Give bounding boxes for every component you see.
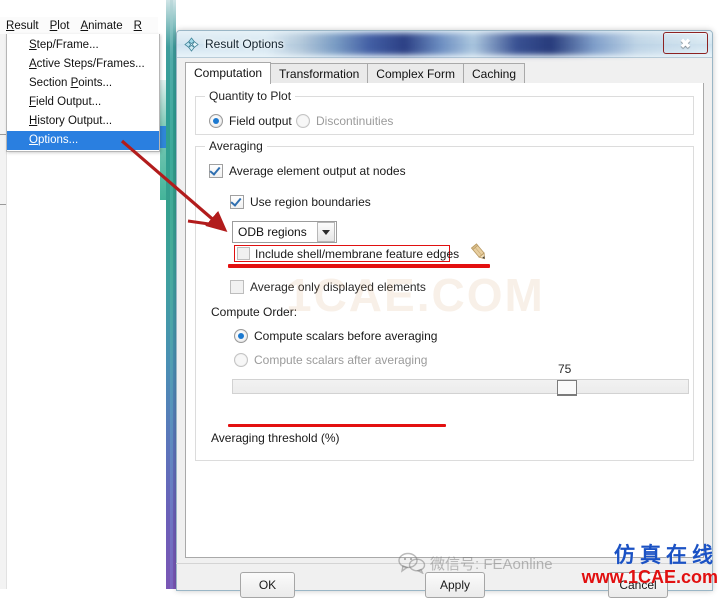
- averaging-threshold-label: Averaging threshold (%): [211, 431, 340, 445]
- menu-item-active-steps-frames[interactable]: Active Steps/Frames...: [7, 55, 159, 74]
- menu-item-section-points[interactable]: Section Points...: [7, 74, 159, 93]
- checkbox-label-average-element-output: Average element output at nodes: [229, 164, 406, 178]
- checkbox-average-element-output[interactable]: Average element output at nodes: [209, 164, 406, 178]
- menu-report[interactable]: R: [134, 20, 142, 32]
- quantity-to-plot-legend: Quantity to Plot: [205, 89, 296, 103]
- checkbox-include-shell-membrane-feature-edges[interactable]: Include shell/membrane feature edges: [234, 245, 459, 262]
- abaqus-diamond-icon: [184, 36, 199, 52]
- slider-value-label: 75: [558, 362, 572, 376]
- tab-complex-form[interactable]: Complex Form: [367, 63, 464, 84]
- titlebar-aero-blur: [267, 33, 697, 55]
- checkbox-box-average-only-displayed: [230, 280, 244, 294]
- averaging-legend: Averaging: [205, 139, 267, 153]
- dialog-tabstrip: Computation Transformation Complex Form …: [185, 62, 704, 85]
- result-options-dialog: Result Options ✖ Computation Transformat…: [176, 30, 713, 591]
- caret-glyph: [322, 229, 330, 235]
- menu-item-field-output[interactable]: Field Output...: [7, 93, 159, 112]
- menu-plot[interactable]: Plot: [50, 20, 70, 32]
- background-titlebar-blur: [0, 0, 158, 17]
- annotation-underline-shell-edges: [228, 264, 490, 268]
- dialog-button-separator: [176, 563, 711, 564]
- menu-bar: Result Plot Animate R: [0, 17, 158, 35]
- background-application-window: Result Plot Animate R SStep/Frame...tep/…: [0, 0, 176, 589]
- checkbox-box-include-shell-edges: [237, 247, 250, 260]
- radio-dot-compute-after: [234, 353, 248, 367]
- compute-order-label: Compute Order:: [211, 305, 298, 319]
- checkbox-label-include-shell-edges: Include shell/membrane feature edges: [255, 246, 460, 261]
- radio-label-field-output: Field output: [229, 114, 292, 128]
- tab-caching[interactable]: Caching: [462, 63, 526, 84]
- radio-label-compute-before: Compute scalars before averaging: [254, 329, 438, 343]
- tab-transformation[interactable]: Transformation: [270, 63, 369, 84]
- apply-button[interactable]: Apply: [425, 572, 485, 598]
- cancel-button[interactable]: Cancel: [608, 572, 668, 598]
- result-dropdown-menu[interactable]: SStep/Frame...tep/Frame... Active Steps/…: [6, 34, 160, 152]
- radio-discontinuities[interactable]: Discontinuities: [296, 114, 393, 128]
- radio-field-output[interactable]: Field output: [209, 114, 292, 128]
- checkbox-box-use-region-boundaries: [230, 195, 244, 209]
- close-glyph: ✖: [680, 35, 691, 51]
- annotation-underline-threshold: [228, 424, 446, 427]
- menu-item-options[interactable]: Options...: [7, 131, 159, 150]
- computation-tab-page: Quantity to Plot Field output Discontinu…: [185, 83, 704, 558]
- menu-item-step-frame[interactable]: SStep/Frame...tep/Frame...: [7, 36, 159, 55]
- radio-dot-discontinuities: [296, 114, 310, 128]
- background-window-seam-inner: [170, 0, 173, 589]
- checkbox-box-average-element-output: [209, 164, 223, 178]
- radio-label-compute-after: Compute scalars after averaging: [254, 353, 428, 367]
- ok-button[interactable]: OK: [240, 572, 295, 598]
- tab-computation[interactable]: Computation: [185, 62, 272, 84]
- menu-item-history-output[interactable]: History Output...: [7, 112, 159, 131]
- close-icon[interactable]: ✖: [663, 32, 708, 54]
- region-type-combobox[interactable]: ODB regions: [232, 221, 337, 243]
- checkbox-use-region-boundaries[interactable]: Use region boundaries: [230, 195, 371, 209]
- dialog-titlebar[interactable]: Result Options ✖: [177, 31, 712, 58]
- gutter-rule-2: [0, 204, 6, 205]
- checkbox-label-average-only-displayed: Average only displayed elements: [250, 280, 426, 294]
- pencil-icon: [470, 243, 486, 260]
- dialog-title: Result Options: [205, 37, 284, 51]
- menu-result[interactable]: Result: [6, 20, 39, 32]
- radio-dot-field-output: [209, 114, 223, 128]
- radio-compute-after-averaging[interactable]: Compute scalars after averaging: [234, 353, 427, 367]
- radio-label-discontinuities: Discontinuities: [316, 114, 394, 128]
- checkbox-average-only-displayed[interactable]: Average only displayed elements: [230, 280, 426, 294]
- slider-thumb[interactable]: [557, 380, 577, 396]
- averaging-threshold-slider[interactable]: [232, 379, 689, 394]
- chevron-down-icon[interactable]: [317, 222, 335, 242]
- radio-compute-before-averaging[interactable]: Compute scalars before averaging: [234, 329, 437, 343]
- region-type-value: ODB regions: [238, 225, 307, 239]
- averaging-group: Averaging: [195, 139, 694, 461]
- menu-animate[interactable]: Animate: [80, 20, 122, 32]
- radio-dot-compute-before: [234, 329, 248, 343]
- checkbox-label-use-region-boundaries: Use region boundaries: [250, 195, 371, 209]
